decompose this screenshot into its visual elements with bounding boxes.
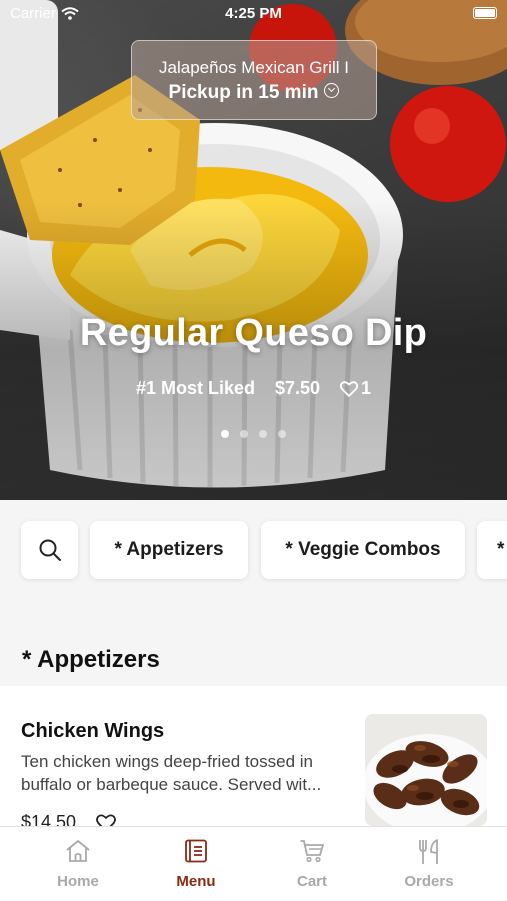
pickup-selector[interactable]: Jalapeños Mexican Grill I Pickup in 15 m… — [131, 40, 377, 120]
bottom-tab-bar: Home Menu Cart Orders — [0, 826, 507, 900]
menu-item-description: Ten chicken wings deep-fried tossed in b… — [21, 752, 322, 794]
chicken-wings-image — [365, 714, 487, 826]
menu-book-icon — [185, 839, 207, 863]
menu-item-photo[interactable] — [365, 714, 487, 826]
heart-icon — [340, 380, 359, 397]
carousel-dot[interactable] — [240, 430, 248, 438]
featured-item-title[interactable]: Regular Queso Dip — [0, 312, 507, 355]
search-button[interactable] — [21, 521, 78, 579]
category-chip-appetizers[interactable]: * Appetizers — [90, 521, 248, 579]
category-chip-next[interactable]: * — [477, 521, 507, 579]
fork-knife-icon — [419, 839, 438, 864]
home-icon — [66, 840, 90, 862]
tab-orders-label: Orders — [404, 873, 454, 890]
tab-home-label: Home — [57, 873, 99, 890]
tab-orders[interactable]: Orders — [366, 827, 492, 901]
status-time: 4:25 PM — [225, 5, 282, 22]
pickup-time: Pickup in 15 min — [168, 82, 319, 103]
carousel-dot[interactable] — [278, 430, 286, 438]
search-icon — [39, 539, 61, 561]
hero-banner[interactable]: Carrier 4:25 PM Jalapeños Mexican Grill … — [0, 0, 507, 500]
menu-item-name: Chicken Wings — [21, 720, 165, 742]
tab-menu-label: Menu — [176, 873, 216, 890]
menu-item-price: $14.50 — [21, 812, 77, 826]
tab-menu[interactable]: Menu — [133, 827, 259, 901]
status-bar: Carrier 4:25 PM — [0, 0, 507, 28]
carousel-dot[interactable] — [259, 430, 267, 438]
section-title: * Appetizers — [22, 646, 160, 673]
featured-like-button[interactable]: 1 — [340, 378, 371, 399]
tab-cart-label: Cart — [296, 873, 327, 890]
restaurant-name: Jalapeños Mexican Grill I — [159, 58, 349, 77]
tab-home[interactable]: Home — [15, 827, 141, 901]
cart-icon — [300, 840, 324, 863]
pickup-time-row: Pickup in 15 min — [132, 82, 376, 104]
menu-item-card[interactable]: Chicken Wings Ten chicken wings deep-fri… — [0, 686, 507, 826]
battery-icon — [473, 7, 497, 19]
featured-like-count: 1 — [361, 378, 372, 398]
chevron-down-icon — [324, 83, 340, 99]
carousel-dot[interactable] — [221, 430, 229, 438]
heart-outline-icon[interactable] — [96, 813, 117, 827]
category-chip-veggie-combos[interactable]: * Veggie Combos — [261, 521, 465, 579]
menu-item-price-row: $14.50 — [21, 812, 117, 827]
carousel-page-indicator[interactable] — [0, 430, 507, 438]
tab-cart[interactable]: Cart — [249, 827, 375, 901]
featured-price: $7.50 — [274, 378, 321, 398]
featured-rank: #1 Most Liked — [135, 378, 255, 398]
category-bar[interactable]: * Appetizers * Veggie Combos * — [0, 500, 507, 610]
featured-item-meta: #1 Most Liked $7.50 1 — [0, 378, 507, 399]
